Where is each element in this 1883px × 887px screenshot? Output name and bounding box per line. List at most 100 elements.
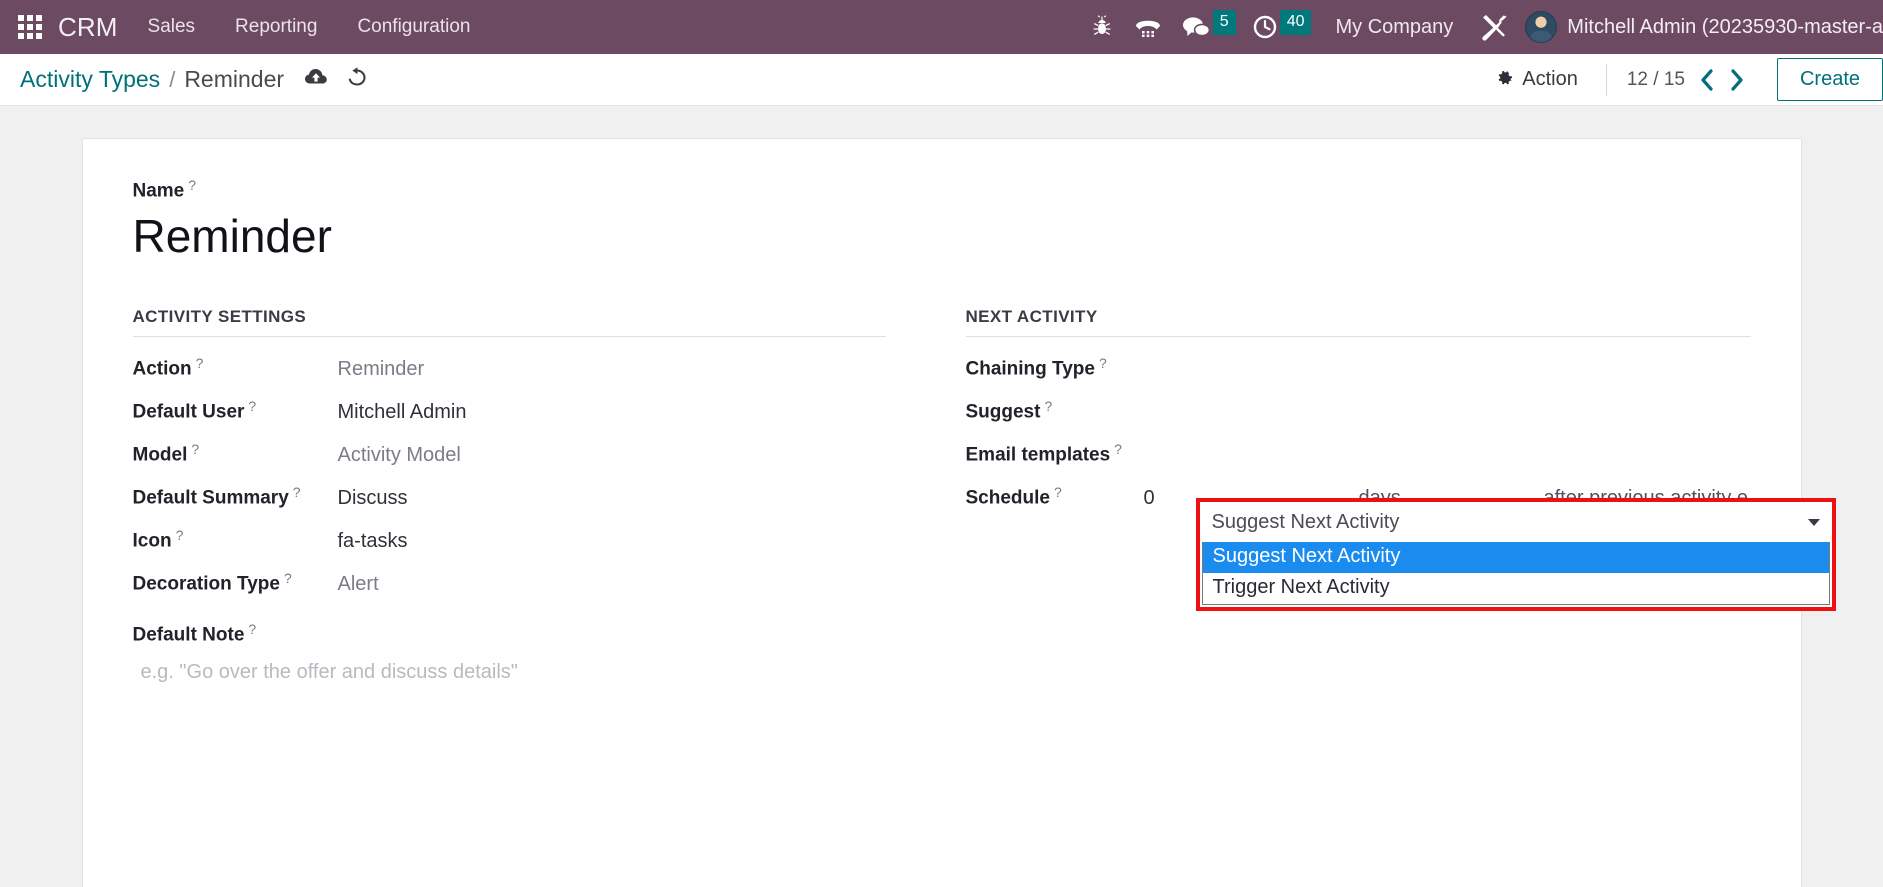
email-templates-label-text: Email templates: [965, 444, 1111, 466]
default-user-field-label: Default User?: [133, 398, 338, 423]
model-label-text: Model: [132, 444, 188, 466]
next-activity-group: Next Activity Chaining Type? Suggest? E: [942, 307, 1751, 683]
default-summary-help-icon[interactable]: ?: [293, 484, 301, 500]
option-trigger-next-activity[interactable]: Trigger Next Activity: [1203, 573, 1829, 604]
option-suggest-next-activity[interactable]: Suggest Next Activity: [1202, 542, 1829, 573]
pager-nav: [1699, 68, 1745, 91]
decoration-type-field-value[interactable]: Alert: [338, 573, 379, 596]
pager-value[interactable]: 12 / 15: [1627, 69, 1685, 91]
field-row-model: Model? Activity Model: [133, 441, 886, 484]
name-help-icon[interactable]: ?: [188, 177, 196, 193]
chaining-type-help-icon[interactable]: ?: [1099, 355, 1107, 371]
create-button[interactable]: Create: [1776, 58, 1883, 101]
icon-help-icon[interactable]: ?: [176, 527, 184, 543]
default-note-field-label: Default Note?: [133, 621, 886, 646]
tools-icon[interactable]: [1471, 0, 1517, 54]
record-dirty-actions: [284, 66, 368, 88]
messages-counter: 5: [1212, 9, 1236, 35]
field-row-email-templates: Email templates?: [966, 441, 1751, 484]
activity-settings-group: Activity Settings Action? Reminder Defau…: [132, 307, 942, 684]
undo-discard-icon[interactable]: [346, 66, 368, 88]
action-field-value[interactable]: Reminder: [338, 358, 425, 381]
clock-icon: [1253, 15, 1276, 39]
field-row-default-user: Default User? Mitchell Admin: [133, 398, 886, 441]
chevron-right-icon[interactable]: [1729, 68, 1745, 91]
next-activity-title: Next Activity: [965, 307, 1751, 338]
breadcrumb-parent-activity-types[interactable]: Activity Types: [20, 66, 160, 93]
email-templates-field-label: Email templates?: [966, 441, 1144, 466]
default-user-label-text: Default User: [132, 401, 245, 423]
chaining-type-highlight-annotation: Suggest Next Activity Suggest Next Activ…: [1195, 498, 1836, 611]
control-panel: Activity Types / Reminder Action 12 / 15…: [0, 54, 1883, 106]
top-navbar: CRM Sales Reporting Configuration 5 40 M…: [0, 0, 1883, 54]
decoration-type-help-icon[interactable]: ?: [284, 570, 292, 586]
field-row-action: Action? Reminder: [133, 355, 886, 398]
field-row-chaining-type: Chaining Type?: [966, 355, 1751, 398]
user-avatar: [1525, 11, 1558, 43]
nav-item-sales[interactable]: Sales: [128, 0, 216, 54]
activity-settings-title: Activity Settings: [132, 307, 886, 338]
breadcrumb: Activity Types / Reminder: [20, 66, 368, 93]
cloud-upload-save-icon[interactable]: [304, 67, 328, 87]
company-switcher[interactable]: My Company: [1317, 0, 1471, 54]
gear-icon: [1498, 70, 1513, 85]
chevron-left-icon[interactable]: [1699, 68, 1715, 91]
schedule-label-text: Schedule: [965, 487, 1050, 509]
default-summary-field-value[interactable]: Discuss: [338, 487, 408, 510]
schedule-help-icon[interactable]: ?: [1054, 484, 1062, 500]
model-field-label: Model?: [133, 441, 338, 466]
action-menu-button[interactable]: Action: [1473, 68, 1600, 91]
control-panel-right: Action 12 / 15 Create: [1473, 54, 1883, 105]
chaining-type-select[interactable]: Suggest Next Activity: [1199, 502, 1832, 542]
chaining-type-label-text: Chaining Type: [965, 358, 1095, 380]
navbar-right-tools: 5 40 My Company Mitchell Admin (20235930…: [1079, 0, 1883, 54]
chaining-type-selected-value: Suggest Next Activity: [1211, 510, 1400, 533]
default-note-label-text: Default Note: [132, 624, 245, 646]
suggest-help-icon[interactable]: ?: [1044, 398, 1052, 414]
messages-menu-button[interactable]: 5: [1171, 0, 1242, 54]
record-title-block: Name? Reminder: [133, 177, 1751, 263]
icon-label-text: Icon: [132, 530, 172, 552]
form-background: Name? Reminder Activity Settings Action?…: [0, 106, 1883, 887]
field-row-suggest: Suggest?: [966, 398, 1751, 441]
default-note-input[interactable]: e.g. "Go over the offer and discuss deta…: [133, 647, 886, 684]
activities-menu-button[interactable]: 40: [1242, 0, 1318, 54]
default-user-help-icon[interactable]: ?: [248, 398, 256, 414]
default-summary-field-label: Default Summary?: [133, 484, 338, 509]
pager: 12 / 15: [1613, 69, 1759, 91]
voip-phone-icon[interactable]: [1125, 0, 1171, 54]
email-templates-help-icon[interactable]: ?: [1114, 441, 1122, 457]
nav-item-reporting[interactable]: Reporting: [215, 0, 337, 54]
form-columns: Activity Settings Action? Reminder Defau…: [132, 307, 1751, 684]
bug-icon[interactable]: [1079, 0, 1125, 54]
user-menu[interactable]: Mitchell Admin (20235930-master-a: [1517, 11, 1883, 43]
icon-field-value[interactable]: fa-tasks: [338, 530, 408, 553]
user-name-label: Mitchell Admin (20235930-master-a: [1567, 15, 1883, 38]
chat-bubbles-icon: [1182, 17, 1210, 37]
chaining-type-field-label: Chaining Type?: [966, 355, 1144, 380]
field-row-default-summary: Default Summary? Discuss: [133, 484, 886, 527]
suggest-field-label: Suggest?: [966, 398, 1144, 423]
model-field-value[interactable]: Activity Model: [338, 444, 461, 467]
default-user-field-value[interactable]: Mitchell Admin: [338, 401, 467, 424]
chaining-type-option-list: Suggest Next Activity Trigger Next Activ…: [1201, 542, 1830, 605]
action-field-label: Action?: [133, 355, 338, 380]
activities-counter: 40: [1279, 9, 1312, 35]
suggest-label-text: Suggest: [965, 401, 1041, 423]
control-panel-divider: [1605, 63, 1607, 96]
decoration-type-field-label: Decoration Type?: [133, 570, 338, 595]
decoration-type-label-text: Decoration Type: [132, 573, 280, 595]
apps-menu-button[interactable]: [10, 7, 50, 47]
name-input[interactable]: Reminder: [133, 210, 1751, 263]
name-field-label: Name?: [133, 177, 1751, 202]
model-help-icon[interactable]: ?: [191, 441, 199, 457]
field-row-icon: Icon? fa-tasks: [133, 527, 886, 570]
breadcrumb-current-record: Reminder: [184, 66, 285, 92]
grid-apps-icon: [18, 15, 42, 39]
app-brand-crm[interactable]: CRM: [50, 12, 128, 43]
schedule-field-label: Schedule?: [966, 484, 1144, 509]
nav-item-configuration[interactable]: Configuration: [337, 0, 490, 54]
action-label-text: Action: [132, 358, 192, 380]
default-note-help-icon[interactable]: ?: [248, 621, 256, 637]
action-help-icon[interactable]: ?: [196, 355, 204, 371]
